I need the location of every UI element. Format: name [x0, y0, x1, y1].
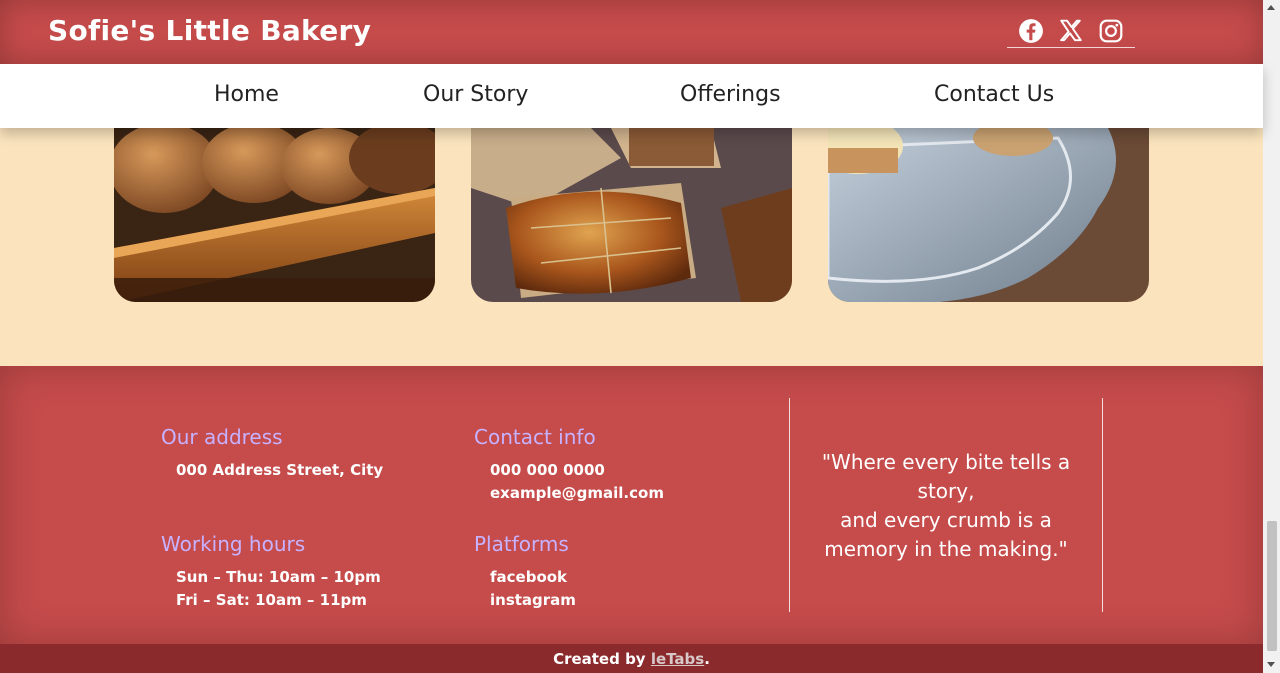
gallery-photo-cupcakes — [828, 128, 1149, 302]
hours-weekdays: Sun – Thu: 10am – 10pm — [176, 568, 381, 586]
nav-offerings[interactable]: Offerings — [680, 82, 781, 107]
contact-email[interactable]: example@gmail.com — [490, 484, 664, 502]
platform-facebook-link[interactable]: facebook — [490, 568, 567, 586]
address-line: 000 Address Street, City — [176, 461, 384, 479]
quote-divider-left — [789, 398, 790, 612]
nav-our-story[interactable]: Our Story — [423, 82, 528, 107]
address-heading: Our address — [161, 425, 283, 449]
credit-link[interactable]: leTabs — [651, 650, 704, 668]
main-nav: Home Our Story Offerings Contact Us — [0, 64, 1263, 128]
social-links — [1007, 18, 1135, 48]
platforms-heading: Platforms — [474, 532, 569, 556]
platform-instagram-link[interactable]: instagram — [490, 591, 576, 609]
page-scrollbar[interactable] — [1263, 0, 1280, 673]
hours-heading: Working hours — [161, 532, 306, 556]
scroll-up-arrow-icon[interactable] — [1267, 5, 1275, 10]
credit-prefix: Created by — [553, 650, 651, 668]
site-header: Sofie's Little Bakery — [0, 0, 1263, 64]
contact-heading: Contact info — [474, 425, 596, 449]
quote-divider-right — [1102, 398, 1103, 612]
brand-title[interactable]: Sofie's Little Bakery — [48, 14, 371, 47]
scroll-down-arrow-icon[interactable] — [1267, 662, 1275, 667]
gallery-photo-bread — [471, 128, 792, 302]
site-footer: Our address 000 Address Street, City Wor… — [0, 366, 1263, 644]
credit-bar: Created by leTabs. — [0, 644, 1263, 673]
nav-contact-us[interactable]: Contact Us — [934, 82, 1054, 107]
facebook-icon[interactable] — [1018, 18, 1044, 44]
nav-home[interactable]: Home — [214, 82, 279, 107]
photo-gallery — [0, 128, 1263, 366]
bakery-quote: "Where every bite tells a story, and eve… — [821, 450, 1071, 561]
instagram-icon[interactable] — [1098, 18, 1124, 44]
hours-weekend: Fri – Sat: 10am – 11pm — [176, 591, 367, 609]
scroll-thumb[interactable] — [1267, 521, 1277, 651]
gallery-photo-cookies — [114, 128, 435, 302]
x-icon[interactable] — [1058, 18, 1084, 44]
contact-phone[interactable]: 000 000 0000 — [490, 461, 605, 479]
credit-suffix: . — [704, 650, 710, 668]
